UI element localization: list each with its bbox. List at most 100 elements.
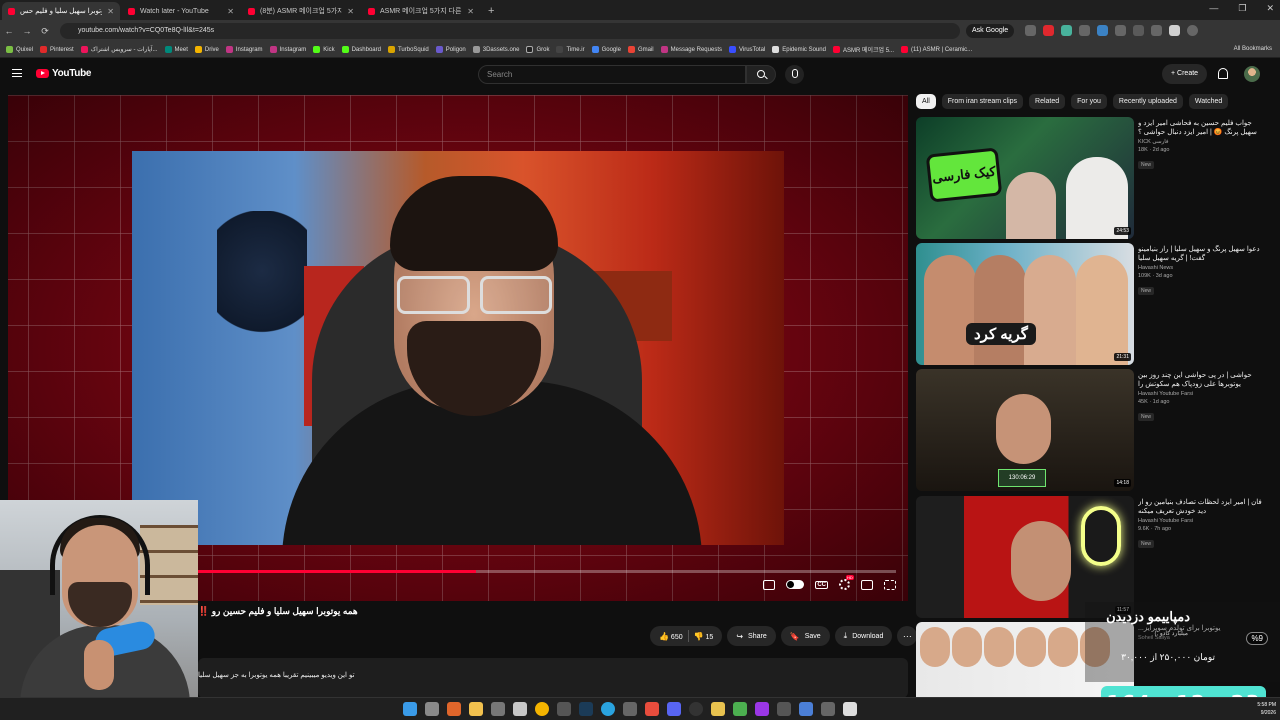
url-field[interactable]: youtube.com/watch?v=CQ0Te8Q-lIl&t=245s — [60, 23, 960, 39]
chrome-icon[interactable] — [535, 702, 549, 716]
obs-icon[interactable] — [689, 702, 703, 716]
system-clock[interactable]: 5:58 PM 9/2026 — [1257, 701, 1276, 717]
chip-related[interactable]: Related — [1029, 94, 1066, 109]
back-icon[interactable]: ← — [0, 26, 18, 36]
like-button[interactable]: 👍 650 — [659, 632, 683, 641]
theater-mode-icon[interactable] — [861, 579, 873, 590]
video-title[interactable]: دعوا سهیل پرنگ و سهیل سلیا | راز بنیامین… — [1138, 245, 1264, 263]
bookmark[interactable]: TurboSquid — [387, 46, 429, 53]
channel-name[interactable]: Havashi Youtube Farsi — [1138, 391, 1264, 397]
video-description[interactable]: تو این ویدیو میبینیم تقریبا همه یوتوبرا … — [198, 658, 908, 698]
search-icon[interactable] — [447, 702, 461, 716]
microphone-icon[interactable] — [785, 65, 804, 84]
extension-icon[interactable] — [1151, 25, 1162, 36]
channel-name[interactable]: KICK فارسی — [1138, 139, 1264, 145]
channel-name[interactable]: Havashi Youtube Farsi — [1138, 518, 1264, 524]
chip-recently-uploaded[interactable]: Recently uploaded — [1112, 94, 1183, 109]
app-icon[interactable] — [843, 702, 857, 716]
youtube-logo[interactable]: YouTube — [36, 68, 92, 79]
recommended-video[interactable]: کیک فارسی 24:53 جواب فلیم حسین به فحاشی … — [916, 117, 1266, 239]
app-icon[interactable] — [777, 702, 791, 716]
extension-icon[interactable] — [1043, 25, 1054, 36]
search-input[interactable]: Search — [478, 65, 746, 84]
chip-from-iran-stream-clips[interactable]: From iran stream clips — [941, 94, 1024, 109]
bookmark[interactable]: Google — [591, 46, 621, 53]
close-tab-icon[interactable]: ✕ — [227, 7, 234, 16]
bookmark[interactable]: ASMR 메이크업 5... — [832, 45, 894, 54]
steam-icon[interactable] — [579, 702, 593, 716]
chip-all[interactable]: All — [916, 94, 936, 109]
extension-icon[interactable] — [1115, 25, 1126, 36]
close-window-icon[interactable]: ✕ — [1266, 3, 1274, 14]
app-icon[interactable] — [711, 702, 725, 716]
close-tab-icon[interactable]: ✕ — [107, 7, 114, 16]
rider-icon[interactable] — [755, 702, 769, 716]
settings-icon[interactable] — [491, 702, 505, 716]
extension-icon[interactable] — [1097, 25, 1108, 36]
folder-icon[interactable] — [469, 702, 483, 716]
browser-tab[interactable]: ASMR 메이크업 5가지 다른... ✕ — [362, 2, 480, 20]
app-icon[interactable] — [645, 702, 659, 716]
settings-icon[interactable]: HD — [839, 575, 854, 590]
bookmark[interactable]: Time.ir — [556, 46, 585, 53]
ask-google-button[interactable]: Ask Google — [966, 24, 1015, 38]
bookmark[interactable]: (11) ASMR | Ceramic... — [901, 46, 972, 53]
more-actions-icon[interactable]: ⋯ — [897, 626, 918, 646]
maximize-icon[interactable]: ❐ — [1238, 3, 1246, 14]
bookmark[interactable]: Dashboard — [341, 46, 381, 53]
recommended-video[interactable]: گریه کرد 21:31 دعوا سهیل پرنگ و سهیل سلی… — [916, 243, 1266, 365]
fullscreen-icon[interactable] — [884, 579, 896, 590]
video-thumbnail[interactable]: 11:57 — [916, 496, 1134, 618]
dislike-button[interactable]: 👎 15 — [694, 632, 714, 641]
search-icon[interactable] — [746, 65, 776, 84]
bookmark[interactable]: Epidemic Sound — [772, 46, 826, 53]
share-button[interactable]: ↪ Share — [727, 626, 776, 646]
notifications-icon[interactable] — [1218, 68, 1228, 79]
windows-start-icon[interactable] — [403, 702, 417, 716]
save-button[interactable]: 🔖 Save — [780, 626, 830, 646]
video-title[interactable]: فان | امیر ایزد لحظات تصادف بنیامین رو ا… — [1138, 498, 1264, 516]
all-bookmarks-button[interactable]: All Bookmarks — [1234, 46, 1272, 52]
menu-icon[interactable] — [12, 69, 22, 77]
bookmark[interactable]: Instagram — [225, 46, 263, 53]
app-icon[interactable] — [623, 702, 637, 716]
bookmark[interactable]: 3Dassets.one — [472, 46, 519, 53]
miniplayer-icon[interactable] — [763, 579, 776, 590]
video-title[interactable]: حواشی | در پی حواشی این چند روز بین یوتو… — [1138, 371, 1264, 389]
extension-icon[interactable] — [1025, 25, 1036, 36]
video-thumbnail[interactable]: کیک فارسی 24:53 — [916, 117, 1134, 239]
reload-icon[interactable]: ⟳ — [36, 26, 54, 37]
subtitles-icon[interactable]: CC — [815, 580, 828, 589]
bookmark[interactable]: Pinterest — [40, 46, 74, 53]
new-tab-icon[interactable]: + — [480, 2, 502, 20]
chip-for-you[interactable]: For you — [1071, 94, 1107, 109]
bookmark[interactable]: Kick — [313, 46, 335, 53]
extension-icon[interactable] — [1079, 25, 1090, 36]
video-thumbnail[interactable]: گریه کرد 21:31 — [916, 243, 1134, 365]
bookmark[interactable]: Message Requests — [660, 46, 722, 53]
avatar[interactable] — [1244, 66, 1260, 82]
forward-icon[interactable]: → — [18, 26, 36, 36]
video-title[interactable]: جواب فلیم حسین به فحاشی امیر ایزد و سهیل… — [1138, 119, 1264, 137]
app-icon[interactable] — [821, 702, 835, 716]
extension-icon[interactable] — [1061, 25, 1072, 36]
browser-tab[interactable]: (8분) ASMR 메이크업 5가지 ... ✕ — [242, 2, 360, 20]
close-tab-icon[interactable]: ✕ — [467, 7, 474, 16]
app-icon[interactable] — [799, 702, 813, 716]
channel-name[interactable]: Havashi News — [1138, 265, 1264, 271]
bookmark[interactable]: Poligon — [435, 46, 466, 53]
bookmark[interactable]: Meet — [164, 46, 188, 53]
bookmark[interactable]: Gmail — [627, 46, 654, 53]
app-icon[interactable] — [513, 702, 527, 716]
app-icon[interactable] — [733, 702, 747, 716]
browser-tab[interactable]: همه یوتوبرا سهیل سلیا و فلیم حس... ✕ — [2, 2, 120, 20]
close-tab-icon[interactable]: ✕ — [347, 7, 354, 16]
extension-icon[interactable] — [1169, 25, 1180, 36]
bookmark[interactable]: VirusTotal — [729, 46, 765, 53]
bookmark[interactable]: Quixel — [6, 46, 33, 53]
recommended-video[interactable]: 11:57 فان | امیر ایزد لحظات تصادف بنیامی… — [916, 496, 1266, 618]
video-thumbnail[interactable]: 130:06:29 14:18 — [916, 369, 1134, 491]
autoplay-toggle[interactable] — [786, 580, 805, 589]
bookmark[interactable]: آپارات - سرویس اشتراک... — [80, 46, 158, 53]
profile-icon[interactable] — [1187, 25, 1198, 36]
